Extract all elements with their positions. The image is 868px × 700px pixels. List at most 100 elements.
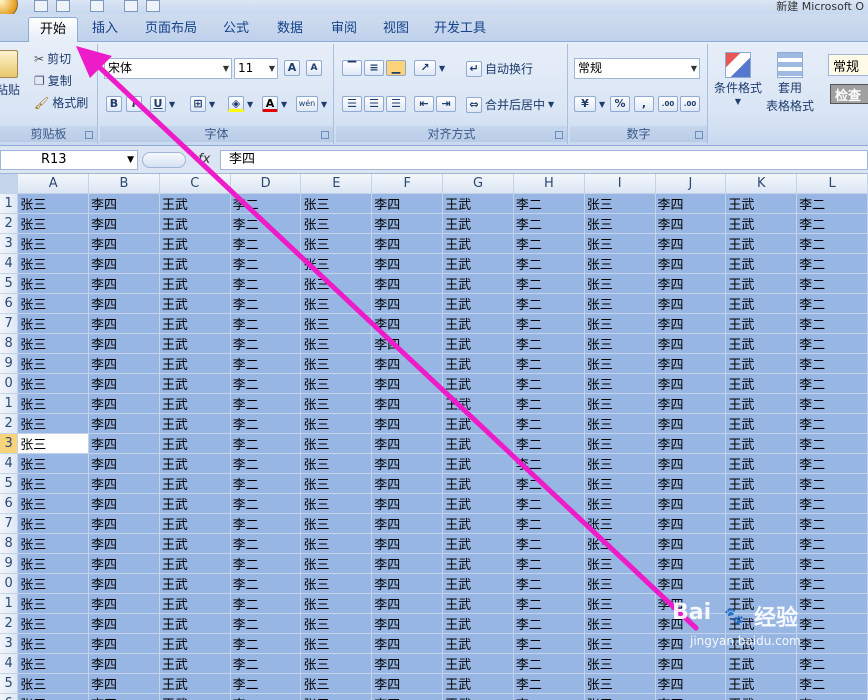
cell[interactable]: 王武 (159, 513, 231, 534)
cell[interactable]: 李四 (88, 613, 160, 634)
cell[interactable]: 张三 (17, 633, 90, 654)
cell[interactable]: 王武 (725, 513, 798, 534)
column-header-d[interactable]: D (230, 174, 302, 194)
cell[interactable]: 李二 (513, 613, 585, 634)
cell[interactable]: 王武 (159, 333, 231, 354)
cell[interactable]: 王武 (442, 273, 514, 294)
row-header[interactable]: 2 (0, 413, 19, 434)
cell[interactable]: 张三 (584, 393, 656, 414)
formula-bar-splitter[interactable] (142, 152, 186, 168)
cell[interactable]: 李二 (513, 553, 585, 574)
cell[interactable]: 张三 (300, 433, 373, 454)
italic-button[interactable]: I (126, 96, 142, 112)
cell[interactable]: 王武 (725, 193, 798, 214)
tab-developer[interactable]: 开发工具 (426, 17, 494, 42)
cell[interactable]: 张三 (300, 273, 373, 294)
cell[interactable]: 王武 (725, 293, 798, 314)
cell[interactable]: 张三 (17, 533, 90, 554)
column-header-g[interactable]: G (442, 174, 514, 194)
tab-formulas[interactable]: 公式 (212, 17, 260, 42)
cell[interactable]: 李四 (655, 493, 727, 514)
cell[interactable]: 王武 (159, 373, 231, 394)
cell[interactable]: 张三 (17, 473, 90, 494)
row-header[interactable]: 6 (0, 293, 19, 314)
align-center-button[interactable]: ☰ (364, 96, 384, 112)
cell[interactable]: 李二 (513, 233, 585, 254)
cell[interactable]: 李二 (230, 633, 302, 654)
cell[interactable]: 张三 (300, 613, 373, 634)
column-header-b[interactable]: B (88, 174, 160, 194)
cell[interactable]: 李四 (371, 533, 444, 554)
cell[interactable]: 王武 (442, 393, 514, 414)
cell[interactable]: 李二 (230, 413, 302, 434)
row-header[interactable]: 1 (0, 593, 19, 614)
cell[interactable]: 张三 (17, 673, 90, 694)
cell[interactable]: 李四 (371, 393, 444, 414)
cell[interactable]: 李二 (230, 373, 302, 394)
tab-insert[interactable]: 插入 (82, 17, 128, 42)
cell[interactable]: 李二 (230, 553, 302, 574)
cell[interactable]: 李二 (513, 193, 585, 214)
row-header[interactable]: 6 (0, 493, 19, 514)
cell[interactable]: 李四 (655, 433, 727, 454)
cell[interactable]: 李二 (513, 573, 585, 594)
cell[interactable]: 张三 (17, 273, 90, 294)
cell[interactable]: 张三 (584, 273, 656, 294)
row-header[interactable]: 5 (0, 273, 19, 294)
cell[interactable]: 张三 (584, 433, 656, 454)
cell[interactable]: 张三 (584, 693, 656, 700)
cell[interactable]: 李二 (796, 253, 868, 274)
print-preview-icon[interactable] (124, 0, 138, 12)
cell[interactable]: 李四 (371, 493, 444, 514)
cell[interactable]: 李二 (796, 413, 868, 434)
cell[interactable]: 王武 (159, 613, 231, 634)
cell[interactable]: 王武 (442, 513, 514, 534)
cell[interactable]: 李四 (655, 273, 727, 294)
cell[interactable]: 李二 (796, 393, 868, 414)
cell[interactable]: 李二 (513, 533, 585, 554)
cell[interactable]: 李二 (796, 353, 868, 374)
cell[interactable]: 李二 (796, 693, 868, 700)
cell[interactable]: 李二 (230, 513, 302, 534)
comma-button[interactable]: , (634, 96, 654, 112)
cell[interactable]: 王武 (159, 553, 231, 574)
tab-home[interactable]: 开始 (28, 17, 78, 42)
cell[interactable]: 李二 (796, 553, 868, 574)
font-launcher-icon[interactable] (321, 131, 329, 139)
decrease-indent-button[interactable]: ⇤ (414, 96, 434, 112)
cell[interactable]: 王武 (159, 473, 231, 494)
cell[interactable]: 张三 (17, 413, 90, 434)
copy-button[interactable]: ❐ 复制 (34, 72, 72, 89)
cell[interactable]: 张三 (584, 373, 656, 394)
cell[interactable]: 张三 (300, 473, 373, 494)
align-left-button[interactable]: ☰ (342, 96, 362, 112)
cell[interactable]: 李四 (371, 673, 444, 694)
cell[interactable]: 张三 (17, 693, 90, 700)
cell[interactable]: 李四 (88, 413, 160, 434)
cell[interactable]: 李四 (655, 253, 727, 274)
cell[interactable]: 张三 (584, 213, 656, 234)
cell[interactable]: 张三 (300, 573, 373, 594)
cell[interactable]: 李二 (796, 273, 868, 294)
cell[interactable]: 张三 (300, 233, 373, 254)
cell[interactable]: 李二 (796, 293, 868, 314)
cell[interactable]: 张三 (17, 613, 90, 634)
cell[interactable]: 王武 (442, 493, 514, 514)
cell[interactable]: 王武 (442, 233, 514, 254)
cell[interactable]: 张三 (584, 573, 656, 594)
cell[interactable]: 李四 (88, 693, 160, 700)
cell[interactable]: 王武 (725, 453, 798, 474)
style-normal[interactable]: 常规 (828, 54, 868, 76)
cell[interactable]: 王武 (159, 573, 231, 594)
cell[interactable]: 张三 (300, 193, 373, 214)
cell[interactable]: 王武 (159, 633, 231, 654)
decrease-decimal-button[interactable]: .00 (680, 96, 700, 112)
cell[interactable]: 王武 (725, 573, 798, 594)
cell[interactable]: 李二 (230, 233, 302, 254)
cell[interactable]: 李四 (88, 293, 160, 314)
borders-button[interactable]: ⊞ ▼ (190, 96, 215, 112)
cell[interactable]: 李二 (796, 333, 868, 354)
cell[interactable]: 张三 (584, 193, 656, 214)
cell[interactable]: 李四 (655, 673, 727, 694)
qat-customize-icon[interactable] (146, 0, 160, 12)
